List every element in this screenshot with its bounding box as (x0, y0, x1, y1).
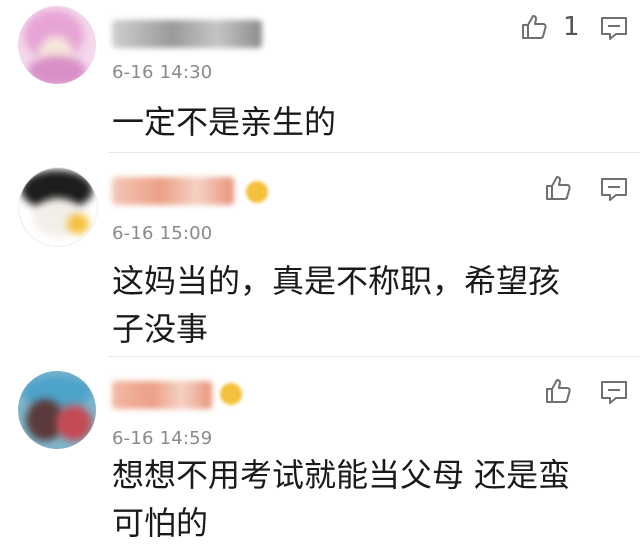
username-blurred[interactable] (112, 381, 212, 409)
like-button[interactable] (541, 374, 575, 408)
thumbs-up-icon (522, 15, 547, 39)
comment-text: 这妈当的，真是不称职，希望孩 子没事 (112, 257, 610, 353)
comment-time: 6-16 14:59 (112, 428, 213, 449)
comment-item: 6-16 14:59 想想不用考试就能当父母 还是蛮 可怕的 (0, 357, 640, 547)
comment-text-line: 想想不用考试就能当父母 还是蛮 (112, 456, 571, 494)
vip-badge-icon (220, 383, 242, 405)
username-blurred[interactable] (112, 20, 262, 48)
thumbs-up-icon (546, 379, 571, 403)
like-button[interactable] (517, 10, 551, 44)
comment-time: 6-16 15:00 (112, 223, 213, 244)
vip-badge-icon (246, 181, 268, 203)
comment-item: 6-16 14:30 一定不是亲生的 1 (0, 0, 640, 152)
avatar[interactable] (18, 6, 96, 84)
reply-button[interactable] (597, 12, 631, 46)
username-blurred[interactable] (112, 177, 234, 205)
comment-item: 6-16 15:00 这妈当的，真是不称职，希望孩 子没事 (0, 153, 640, 356)
comment-text-line: 这妈当的，真是不称职，希望孩 (112, 262, 561, 300)
thumbs-up-icon (546, 176, 571, 200)
comment-icon (601, 178, 627, 201)
avatar[interactable] (18, 167, 98, 247)
avatar[interactable] (18, 371, 96, 449)
comment-text-line: 可怕的 (112, 504, 209, 542)
reply-button[interactable] (597, 173, 631, 207)
comment-text: 一定不是亲生的 (112, 103, 337, 141)
comment-text-line: 子没事 (112, 310, 209, 348)
reply-button[interactable] (597, 376, 631, 410)
comment-icon (601, 381, 627, 404)
comment-time: 6-16 14:30 (112, 62, 213, 83)
comment-icon (601, 17, 627, 40)
like-count: 1 (563, 12, 580, 42)
like-button[interactable] (541, 171, 575, 205)
comment-text: 想想不用考试就能当父母 还是蛮 可怕的 (112, 451, 610, 547)
